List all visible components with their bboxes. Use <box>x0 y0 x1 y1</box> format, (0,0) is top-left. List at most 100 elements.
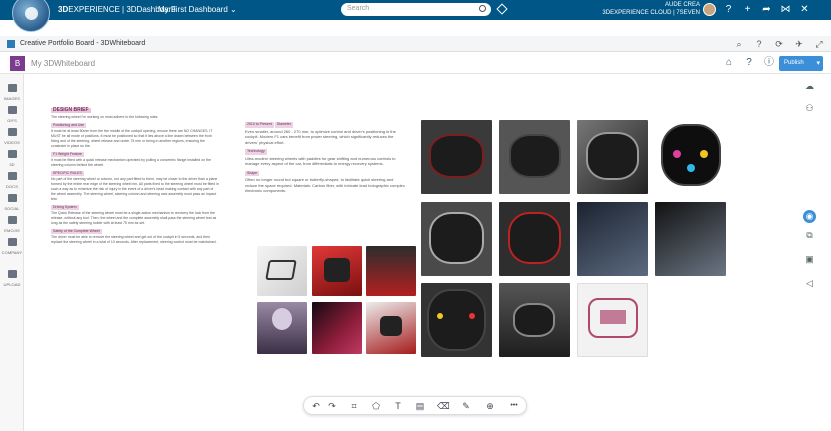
sidebar-item-social[interactable]: SOCIAL <box>0 194 24 212</box>
avatar[interactable] <box>703 3 716 16</box>
photo-cockpit[interactable] <box>366 302 416 354</box>
select-icon[interactable]: ◉ <box>803 210 816 223</box>
gallery-icon[interactable]: ▣ <box>803 253 816 266</box>
history-text: Often no longer round but square or butt… <box>245 177 405 193</box>
history-title: 2010 to Present <box>245 122 274 128</box>
tag-icon[interactable] <box>496 3 508 15</box>
tools-icon[interactable]: ✕ <box>798 3 811 16</box>
cube-icon <box>7 150 17 158</box>
sidebar-item-docs[interactable]: DOCS <box>0 172 24 190</box>
undo-icon[interactable]: ↶ <box>310 400 322 412</box>
help-icon[interactable]: ? <box>753 38 765 50</box>
photo-driver[interactable] <box>257 302 307 354</box>
zoom-icon[interactable]: ⊕ <box>484 400 496 412</box>
section-text: No part of the steering wheel or column,… <box>51 177 219 201</box>
photo-night-car[interactable] <box>312 302 362 354</box>
section-heading: SPECIFIC RULES <box>51 171 84 176</box>
app-logo: B <box>10 56 25 71</box>
help-icon[interactable]: ? <box>742 56 756 70</box>
eraser-icon[interactable]: ⌫ <box>437 400 450 412</box>
sidebar-item-upload[interactable]: UPLOAD <box>0 270 24 288</box>
user-info: AUDE CREA 3DEXPERIENCE CLOUD | 7SEVEN <box>590 1 700 17</box>
left-sidebar: IMAGES GIFS VIDEOS 3D DOCS SOCIAL EMOJIS… <box>0 74 24 431</box>
help-icon[interactable]: ? <box>722 3 735 16</box>
gif-icon <box>7 106 17 114</box>
document-icon <box>7 172 17 180</box>
chevron-down-icon[interactable]: ▾ <box>816 59 820 67</box>
user-name: AUDE CREA <box>664 2 700 8</box>
photo-cockpit-view[interactable] <box>499 283 570 357</box>
photo-wheel-7[interactable] <box>421 283 492 357</box>
compass-icon[interactable] <box>12 0 50 32</box>
photo-red-car[interactable] <box>366 246 416 296</box>
more-icon[interactable]: ••• <box>506 400 522 412</box>
section-heading: Positioning and Use <box>51 123 87 128</box>
dashboard-selector[interactable]: My First Dashboard ⌄ <box>158 5 237 14</box>
sidebar-item-videos[interactable]: VIDEOS <box>0 128 24 146</box>
history-note[interactable]: 2010 to Present Diameter Even smaller, a… <box>245 118 405 194</box>
share-icon[interactable]: ➦ <box>760 3 773 16</box>
design-brief-title: DESIGN BRIEF <box>51 107 91 113</box>
present-icon[interactable]: ◁ <box>803 277 816 290</box>
refresh-icon[interactable]: ⟳ <box>773 38 785 50</box>
search-icon[interactable]: ⌕ <box>733 38 745 50</box>
section-text: The driver must be able to remove the st… <box>51 235 217 244</box>
note-icon[interactable]: ▤ <box>414 400 426 412</box>
top-bar: 3DEXPERIENCE | 3DDashboard My First Dash… <box>0 0 831 32</box>
maximize-icon[interactable]: ⤢ <box>813 38 825 50</box>
section-text: It must be at least 50mm from the the mi… <box>51 129 213 148</box>
publish-button[interactable]: Publish ▾ <box>779 56 823 71</box>
info-icon[interactable]: ⓘ <box>762 56 776 70</box>
frame-icon[interactable]: ⌗ <box>348 400 360 412</box>
section-heading: Driving System <box>51 205 79 210</box>
design-brief-note[interactable]: DESIGN BRIEF The steering wheel I'm work… <box>51 108 219 245</box>
history-heading: Diameter <box>274 122 294 128</box>
photo-wheel-1[interactable] <box>421 120 492 194</box>
search-input[interactable]: Search <box>341 3 491 16</box>
photo-red-wheel[interactable] <box>312 246 362 296</box>
home-icon[interactable]: ⌂ <box>722 56 736 70</box>
section-text: The Quick Release of the steering wheel … <box>51 211 217 225</box>
photo-wheel-diagram[interactable] <box>577 283 648 357</box>
photo-wheel-2[interactable] <box>499 120 570 194</box>
whiteboard-canvas[interactable]: DESIGN BRIEF The steering wheel I'm work… <box>25 74 816 431</box>
photo-wheel-6[interactable] <box>499 202 570 276</box>
widget-icon <box>7 40 15 48</box>
search-icon[interactable] <box>479 5 486 12</box>
history-text: Even smaller, around 260 - 270 mm, to op… <box>245 128 396 145</box>
social-icon <box>7 194 17 202</box>
company-icon <box>7 238 17 246</box>
section-heading: F1 Weight Feature <box>51 152 84 157</box>
photo-driver-cockpit-1[interactable] <box>577 202 648 276</box>
redo-icon[interactable]: ↷ <box>326 400 338 412</box>
sidebar-item-gifs[interactable]: GIFS <box>0 106 24 124</box>
photo-wheel-5[interactable] <box>421 202 492 276</box>
photo-sim-rig[interactable] <box>257 246 307 296</box>
widget-title: Creative Portfolio Board - 3DWhiteboard <box>20 40 146 47</box>
video-icon <box>7 128 17 136</box>
app-name: My 3DWhiteboard <box>31 59 96 68</box>
sidebar-item-emojis[interactable]: EMOJIS <box>0 216 24 234</box>
photo-wheel-4[interactable] <box>655 120 726 194</box>
pin-icon[interactable]: ✈ <box>793 38 805 50</box>
photo-wheel-3[interactable] <box>577 120 648 194</box>
emoji-icon <box>7 216 17 224</box>
add-icon[interactable]: + <box>741 3 754 16</box>
pen-icon[interactable]: ✎ <box>460 400 472 412</box>
user-org: 3DEXPERIENCE CLOUD | 7SEVEN <box>602 10 700 16</box>
section-text: It must be fitted with a quick release m… <box>51 158 211 167</box>
sidebar-item-3d[interactable]: 3D <box>0 150 24 168</box>
users-icon[interactable]: ⚇ <box>803 102 816 115</box>
text-icon[interactable]: T <box>392 400 404 412</box>
bottom-toolbar: ↶ ↷ ⌗ ⬠ T ▤ ⌫ ✎ ⊕ ••• <box>303 396 527 415</box>
history-text: Ultra-modern steering wheels with paddle… <box>245 155 396 167</box>
upload-icon <box>7 270 17 278</box>
sidebar-item-images[interactable]: IMAGES <box>0 84 24 102</box>
section-heading: Safety of the Complete Wheel <box>51 229 102 234</box>
photo-driver-cockpit-2[interactable] <box>655 202 726 276</box>
cloud-icon[interactable]: ☁ <box>803 80 816 93</box>
connect-icon[interactable]: ⋈ <box>779 3 792 16</box>
frame-select-icon[interactable]: ⧉ <box>803 229 816 242</box>
sidebar-item-company[interactable]: COMPANY <box>0 238 24 256</box>
shape-icon[interactable]: ⬠ <box>370 400 382 412</box>
